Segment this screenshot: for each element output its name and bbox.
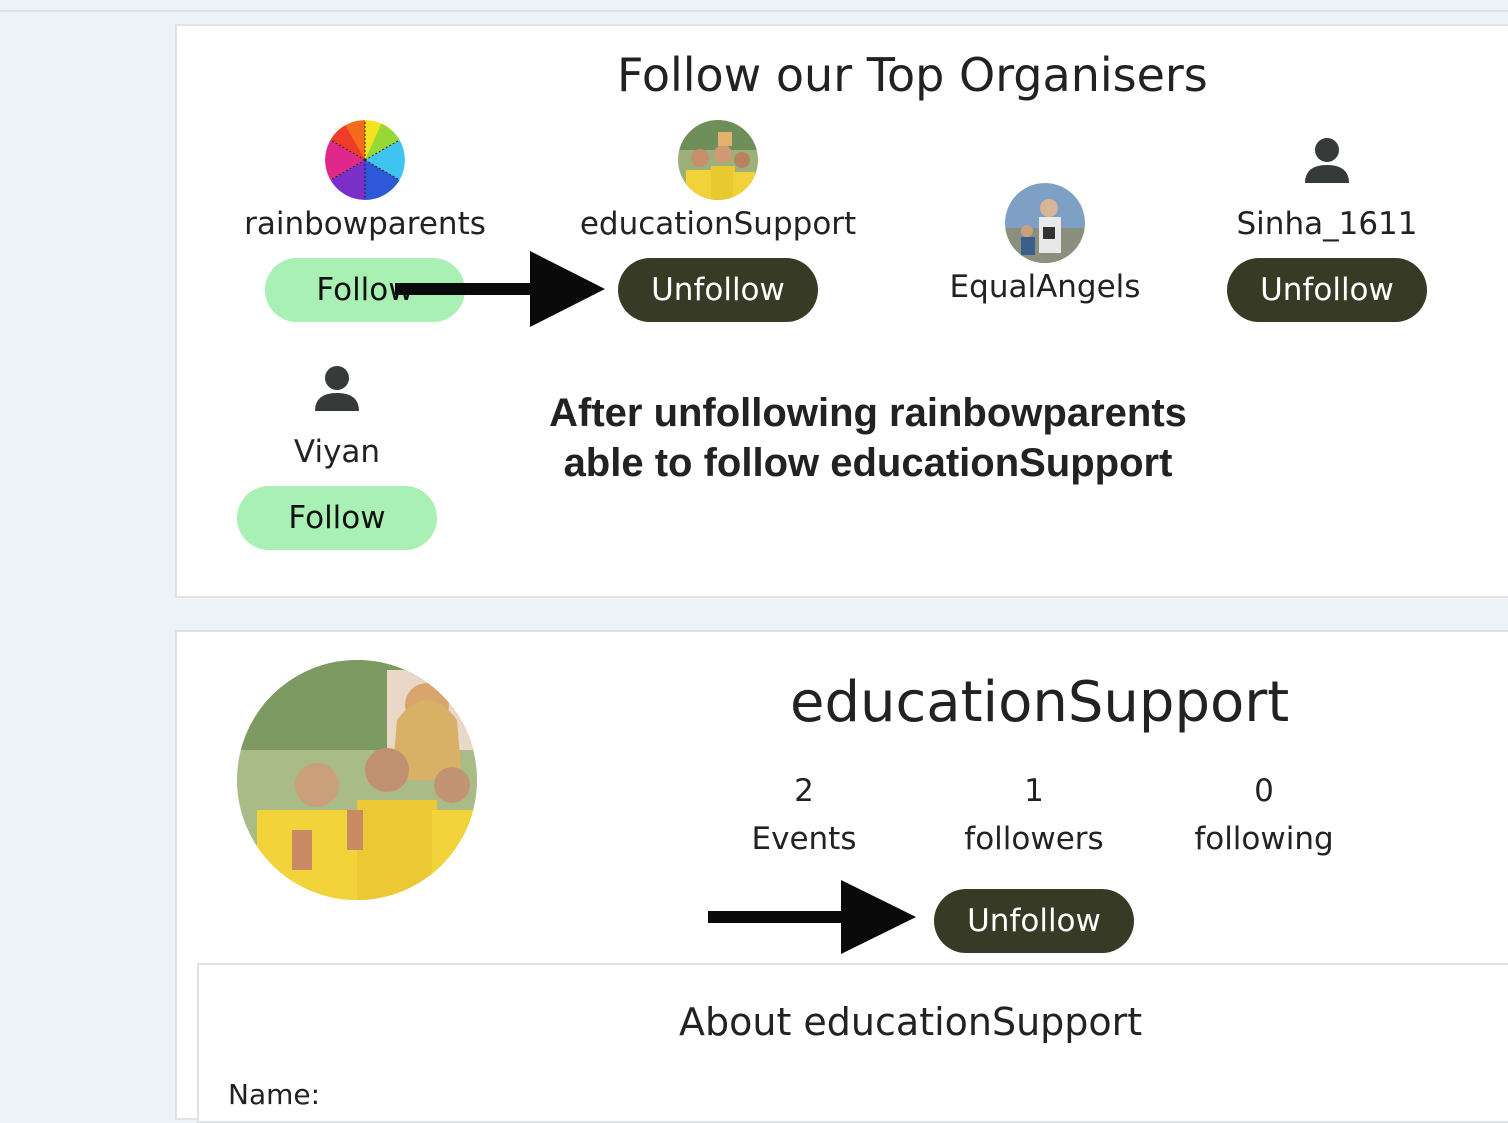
profile-unfollow-button[interactable]: Unfollow [934, 889, 1134, 953]
user-icon [315, 365, 359, 411]
stat-label: Events [751, 821, 857, 857]
educationsupport-avatar[interactable] [678, 120, 758, 200]
arrow-right-icon [708, 880, 916, 954]
annotation-note: After unfollowing rainbowparents able to… [549, 388, 1187, 488]
stat-value: 2 [794, 773, 814, 809]
top-bar [0, 0, 1508, 12]
stat-value: 0 [1254, 773, 1274, 809]
organisers-title: Follow our Top Organisers [617, 48, 1208, 102]
equalangels-photo-image [1005, 183, 1085, 263]
organiser-name-viyan[interactable]: Viyan [294, 434, 380, 470]
stat-label: following [1194, 821, 1334, 857]
annotation-line-1: After unfollowing rainbowparents [549, 391, 1187, 435]
profile-name: educationSupport [790, 670, 1290, 735]
stat-value: 1 [1024, 773, 1044, 809]
stat-followers: 1 followers [964, 767, 1103, 863]
equalangels-avatar[interactable] [1005, 183, 1085, 263]
about-title: About educationSupport [679, 1000, 1143, 1044]
user-icon [1305, 137, 1349, 183]
students-photo-image [678, 120, 758, 200]
unfollow-educationsupport-button[interactable]: Unfollow [618, 258, 818, 322]
stat-label: followers [964, 821, 1104, 857]
profile-avatar [237, 660, 477, 900]
annotation-line-2: able to follow educationSupport [563, 441, 1173, 485]
rainbowparents-avatar[interactable] [325, 120, 405, 200]
stat-events: 2 Events [752, 767, 857, 863]
name-label: Name: [228, 1078, 321, 1111]
arrow-right-icon [395, 251, 605, 327]
organiser-name-equalangels[interactable]: EqualAngels [950, 269, 1141, 305]
color-wheel-image [325, 120, 405, 200]
stat-following: 0 following [1194, 767, 1333, 863]
organiser-name-rainbowparents[interactable]: rainbowparents [244, 206, 486, 242]
students-photo-image [237, 660, 477, 900]
unfollow-sinha-1611-button[interactable]: Unfollow [1227, 258, 1427, 322]
organiser-name-sinha-1611[interactable]: Sinha_1611 [1237, 206, 1418, 242]
follow-viyan-button[interactable]: Follow [237, 486, 437, 550]
organiser-name-educationsupport[interactable]: educationSupport [580, 206, 856, 242]
